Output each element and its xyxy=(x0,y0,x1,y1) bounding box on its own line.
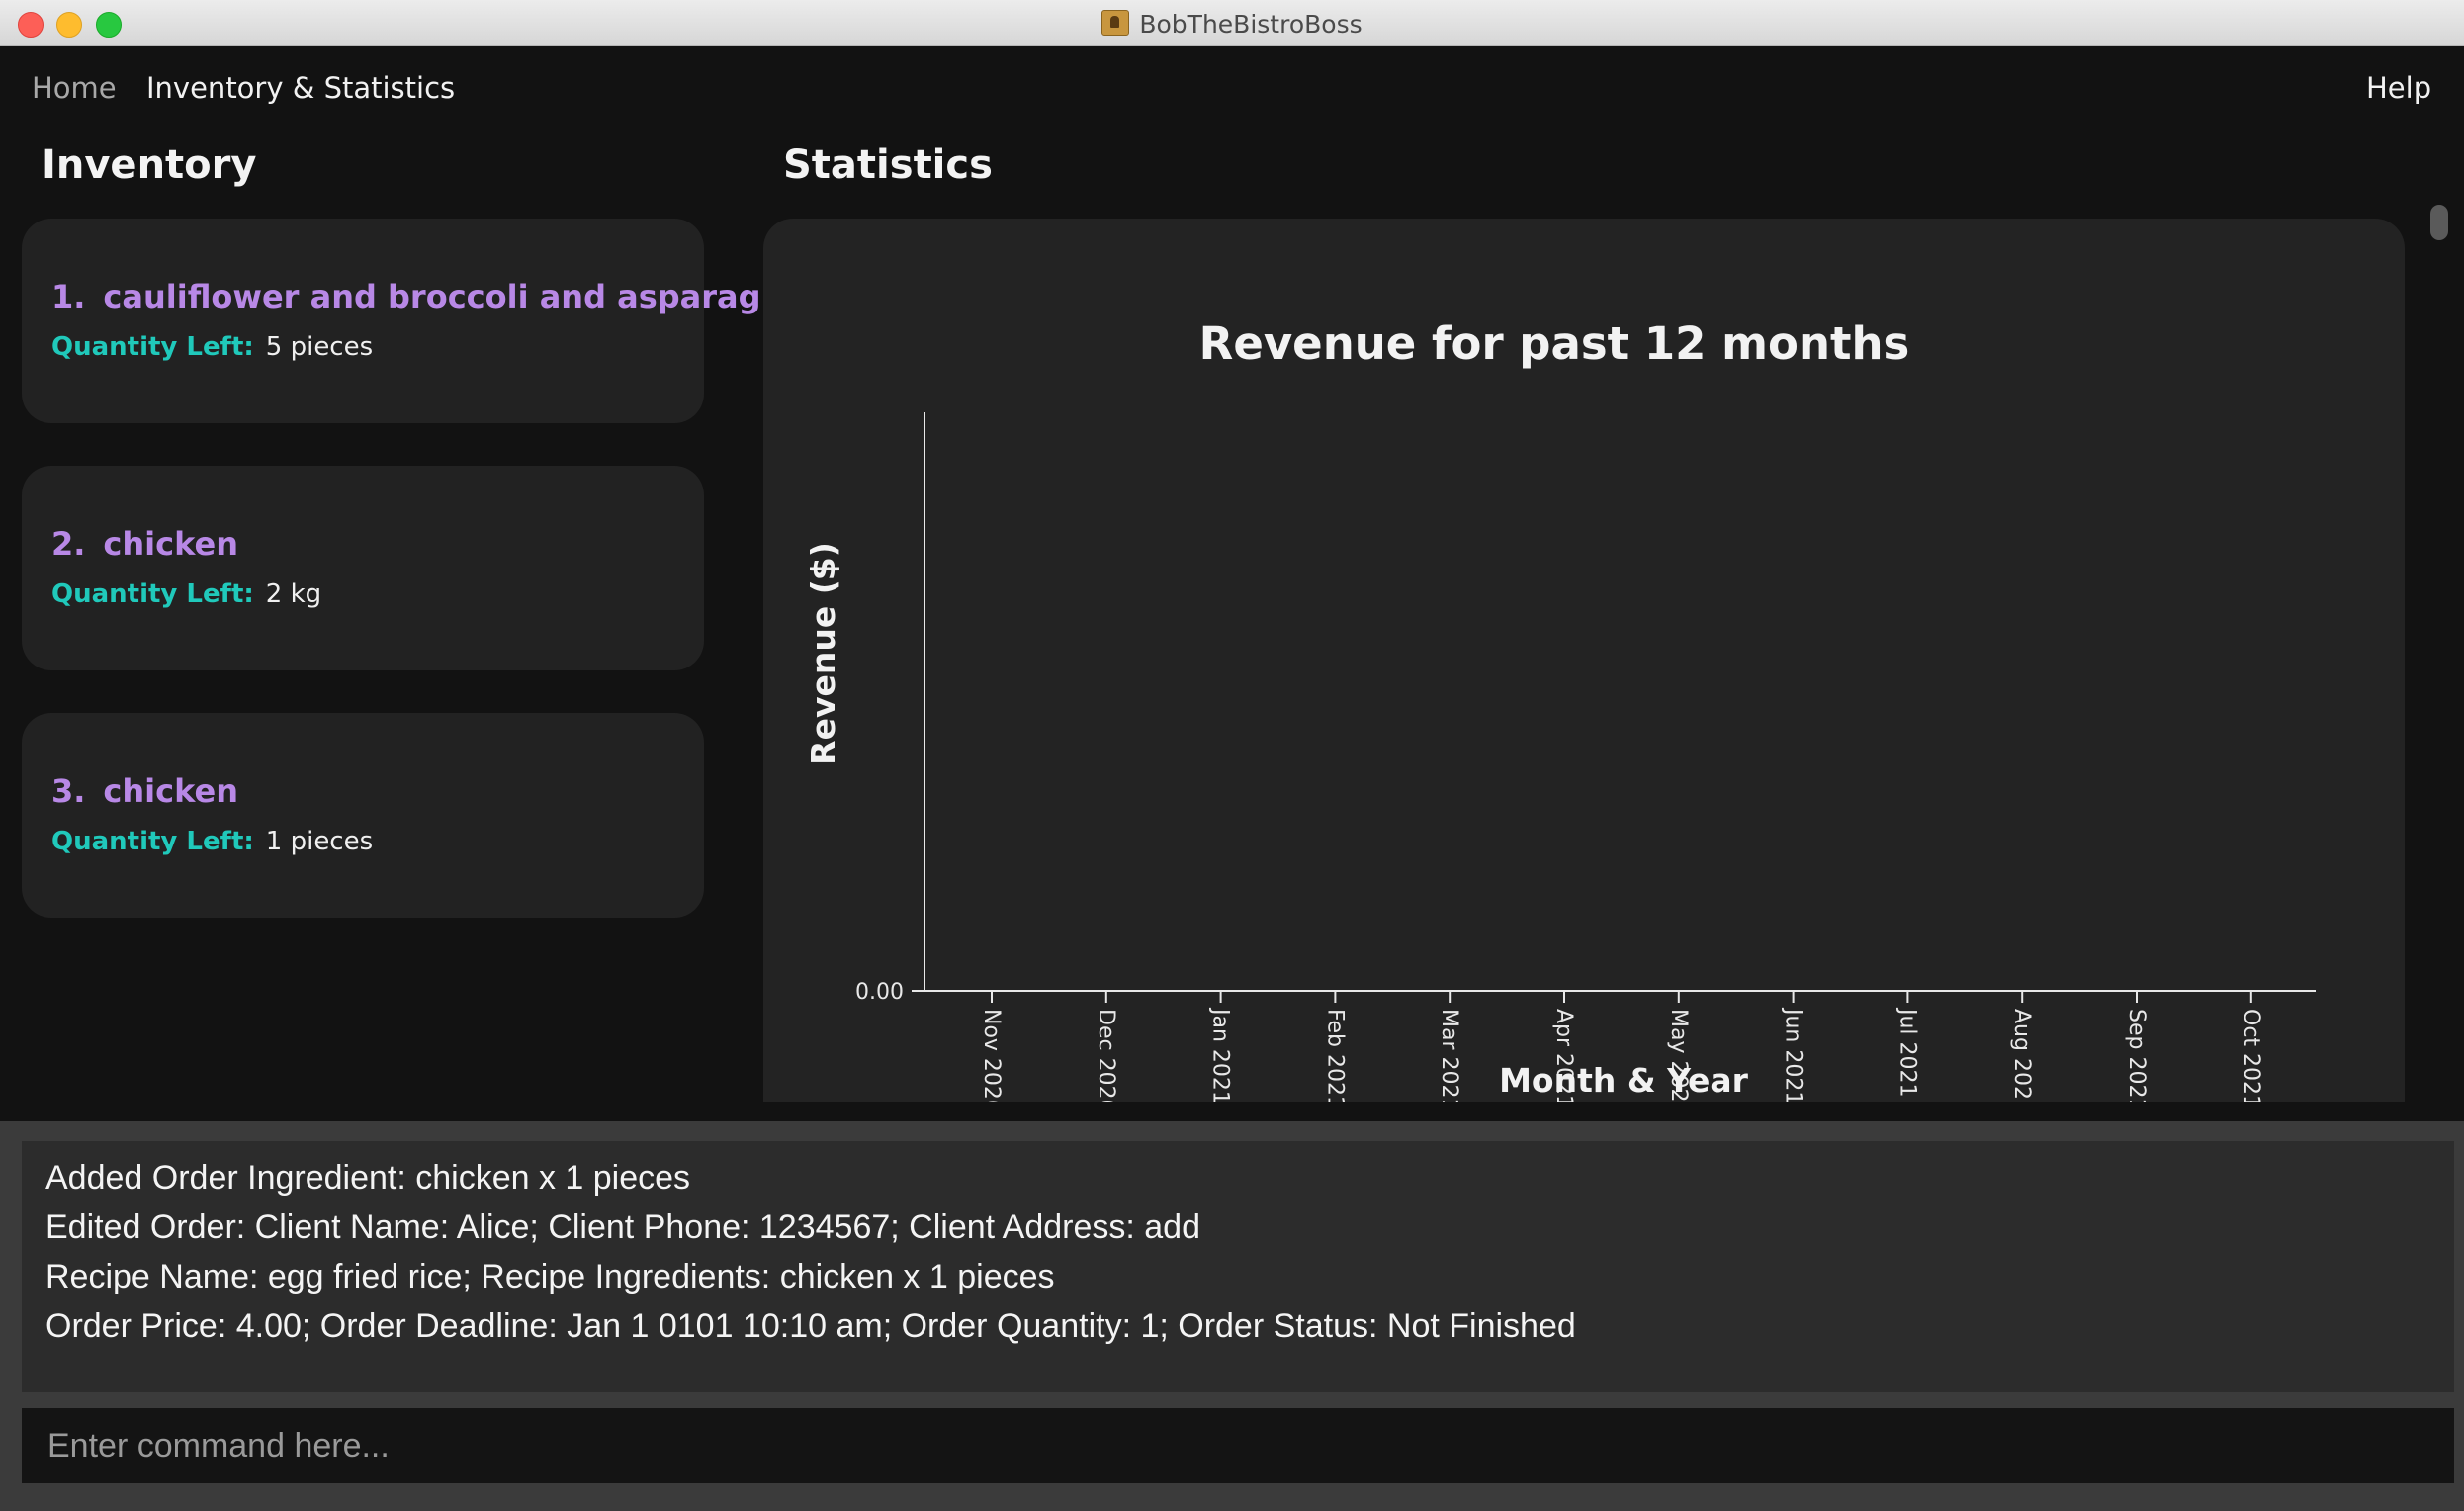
result-line: Edited Order: Client Name: Alice; Client… xyxy=(45,1208,1201,1246)
scrollbar-thumb[interactable] xyxy=(2430,205,2448,240)
window-titlebar: BobTheBistroBoss xyxy=(0,0,2464,46)
inventory-card[interactable]: 2. chicken Quantity Left: 2 kg xyxy=(22,466,704,670)
item-name: chicken xyxy=(103,772,239,810)
x-tick-label: Dec 2020 xyxy=(1094,1009,1118,1102)
x-axis-label: Month & Year xyxy=(1499,1061,1749,1100)
ingredient-name: 2. chicken xyxy=(51,525,238,563)
x-tick-label: Feb 2021 xyxy=(1322,1009,1347,1102)
x-tick-label: Jun 2021 xyxy=(1781,1007,1805,1102)
item-index: 1. xyxy=(51,278,86,315)
result-display: Added Order Ingredient: chicken x 1 piec… xyxy=(22,1141,2454,1392)
quantity-label: Quantity Left: xyxy=(51,332,254,362)
x-tick-label: Jul 2021 xyxy=(1894,1007,1919,1098)
quantity-value: 1 pieces xyxy=(265,827,374,856)
item-index: 2. xyxy=(51,525,86,563)
app-root: Home Inventory & Statistics Help Invento… xyxy=(0,46,2464,1511)
quantity-value: 5 pieces xyxy=(265,332,374,362)
chart-title: Revenue for past 12 months xyxy=(1199,317,1910,370)
quantity-row: Quantity Left: 2 kg xyxy=(51,579,321,609)
inventory-card[interactable]: 1. cauliflower and broccoli and asparagus… xyxy=(22,219,802,423)
inventory-title: Inventory xyxy=(42,142,257,188)
window-title-container: BobTheBistroBoss xyxy=(0,10,2464,39)
window-title: BobTheBistroBoss xyxy=(1139,10,1363,39)
item-name: cauliflower and broccoli and asparagus xyxy=(103,278,803,315)
quantity-label: Quantity Left: xyxy=(51,827,254,856)
menu-bar: Home Inventory & Statistics Help xyxy=(0,46,2464,135)
menu-inventory-statistics[interactable]: Inventory & Statistics xyxy=(146,71,455,105)
menu-home[interactable]: Home xyxy=(32,71,117,105)
result-line: Recipe Name: egg fried rice; Recipe Ingr… xyxy=(45,1258,1055,1295)
menu-help[interactable]: Help xyxy=(2366,71,2431,105)
x-tick-label: Aug 2021 xyxy=(2009,1009,2034,1102)
x-tick-label: Oct 2021 xyxy=(2239,1009,2263,1102)
x-tick-label: Jan 2021 xyxy=(1208,1007,1233,1102)
statistics-title: Statistics xyxy=(783,142,993,188)
app-icon xyxy=(1101,10,1130,36)
x-tick-label: Sep 2021 xyxy=(2124,1009,2149,1102)
x-tick-label: Nov 2020 xyxy=(979,1009,1004,1102)
inventory-card[interactable]: 3. chicken Quantity Left: 1 pieces xyxy=(22,713,704,918)
quantity-label: Quantity Left: xyxy=(51,579,254,609)
x-tick-label: Mar 2021 xyxy=(1437,1009,1461,1102)
result-display-area: Added Order Ingredient: chicken x 1 piec… xyxy=(0,1121,2464,1511)
y-tick-label: 0.00 xyxy=(855,980,904,1005)
revenue-chart: Revenue for past 12 months Revenue ($) 0… xyxy=(804,317,2316,1102)
result-line: Added Order Ingredient: chicken x 1 piec… xyxy=(45,1159,691,1197)
statistics-panel: Revenue for past 12 months Revenue ($) 0… xyxy=(763,219,2405,1102)
quantity-value: 2 kg xyxy=(265,579,322,609)
command-input[interactable] xyxy=(22,1408,2454,1483)
y-axis-label: Revenue ($) xyxy=(804,542,842,765)
ingredient-name: 1. cauliflower and broccoli and asparagus xyxy=(51,278,802,315)
ingredient-name: 3. chicken xyxy=(51,772,238,810)
result-line: Order Price: 4.00; Order Deadline: Jan 1… xyxy=(45,1307,1576,1345)
item-name: chicken xyxy=(103,525,239,563)
quantity-row: Quantity Left: 5 pieces xyxy=(51,332,373,362)
quantity-row: Quantity Left: 1 pieces xyxy=(51,827,373,856)
item-index: 3. xyxy=(51,772,86,810)
